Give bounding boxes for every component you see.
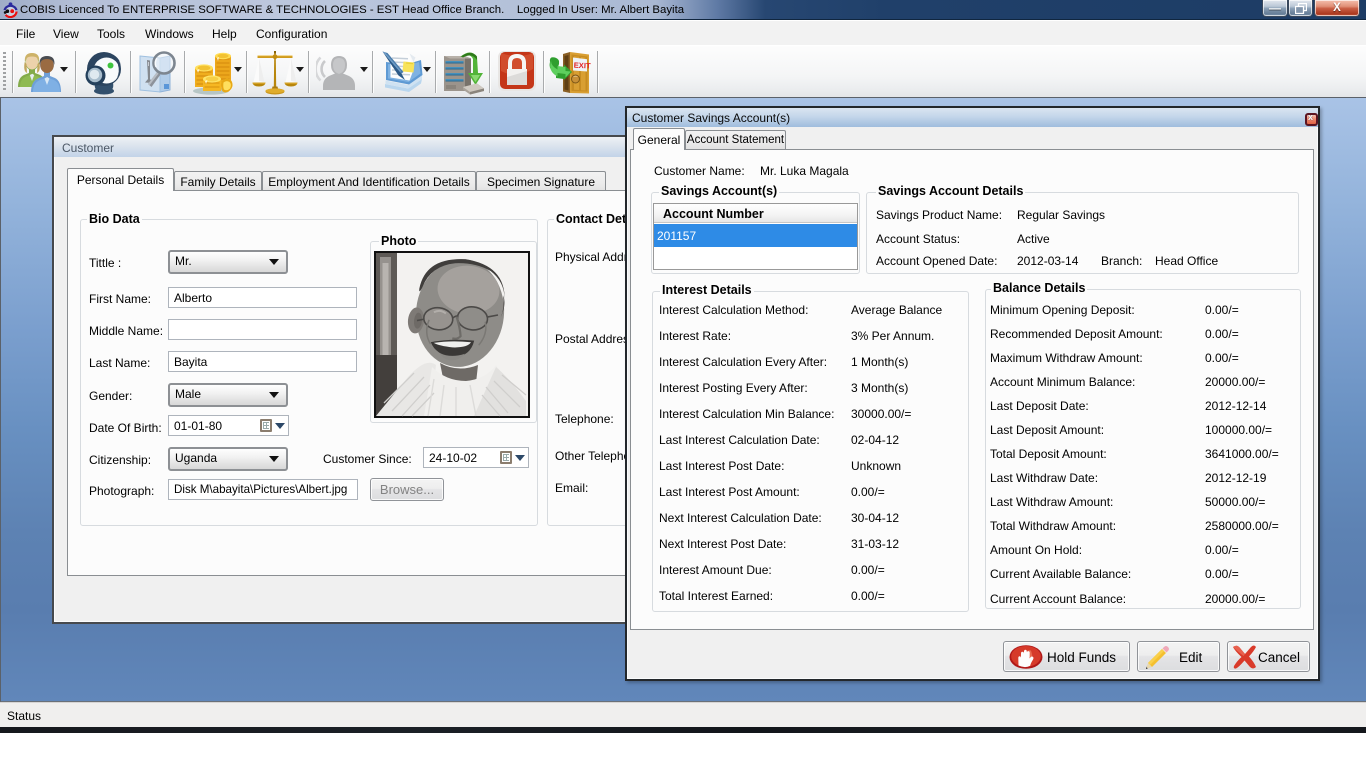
svg-text:EXIT: EXIT xyxy=(574,61,592,71)
